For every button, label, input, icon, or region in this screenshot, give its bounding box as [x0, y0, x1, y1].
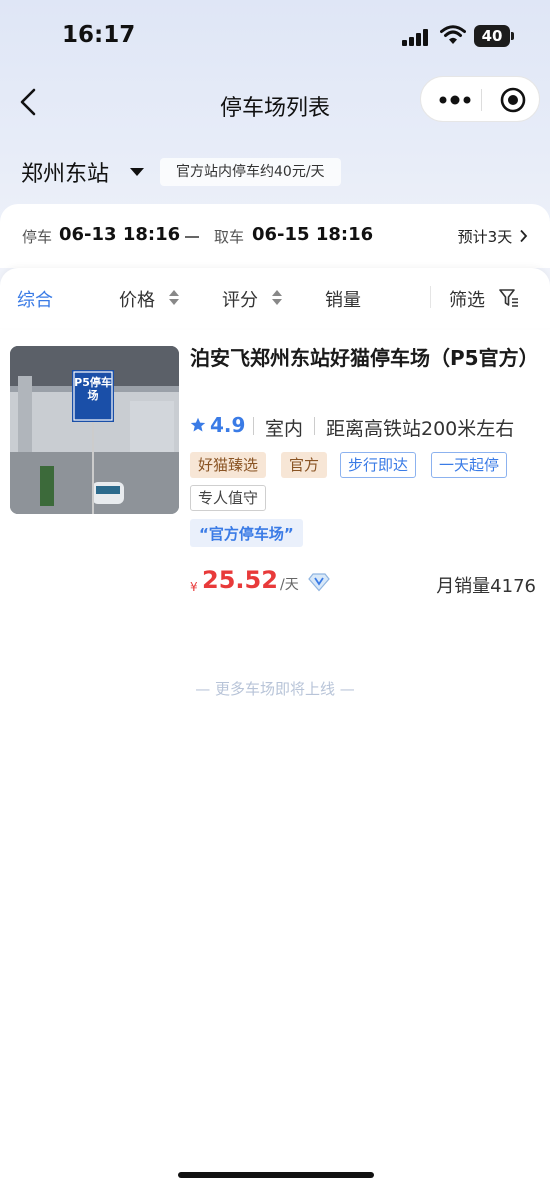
- battery-icon: 40: [474, 25, 514, 47]
- parking-lot-name[interactable]: 泊安飞郑州东站好猫停车场（P5官方）: [190, 344, 539, 373]
- rating-sort-arrows-icon: [272, 290, 282, 306]
- parking-type: 室内: [265, 418, 304, 440]
- photo-sign-text: P5停车场: [74, 376, 112, 402]
- park-label: 停车: [22, 228, 53, 246]
- price-unit: /天: [280, 577, 299, 593]
- parking-lot-card[interactable]: P5停车场 泊安飞郑州东站好猫停车场（P5官方） 4.9 室内 距离高铁站200…: [0, 328, 550, 608]
- more-lots-coming-note: — 更多车场即将上线 —: [195, 680, 355, 698]
- chevron-right-icon: [520, 229, 528, 243]
- miniprogram-capsule: [420, 76, 540, 122]
- more-dots-icon[interactable]: [435, 89, 475, 111]
- filter-divider: [430, 286, 431, 308]
- rating-row: 4.9 室内 距离高铁站200米左右: [190, 412, 540, 440]
- station-selector-row: 郑州东站 官方站内停车约40元/天: [0, 148, 550, 194]
- caret-down-icon[interactable]: [130, 168, 144, 176]
- filter-button[interactable]: 筛选: [449, 286, 485, 312]
- station-selector[interactable]: 郑州东站: [21, 156, 109, 188]
- nav-bar: 停车场列表: [0, 70, 550, 138]
- park-time[interactable]: 06-13 18:16: [59, 224, 180, 245]
- parking-time-card[interactable]: 停车 06-13 18:16 取车 06-15 18:16 预计3天: [0, 204, 550, 268]
- tag-official: 官方: [281, 452, 328, 478]
- date-separator: [185, 236, 199, 238]
- currency-symbol: ¥: [190, 580, 198, 594]
- sort-filter-bar: 综合 价格 评分 销量 筛选: [0, 268, 550, 328]
- status-bar: 16:17 40: [0, 0, 550, 70]
- distance-info: 距离高铁站200米左右: [326, 418, 515, 440]
- star-icon: [190, 417, 206, 432]
- capsule-divider: [481, 89, 482, 111]
- rating-score: 4.9: [210, 413, 246, 437]
- parking-garage-illustration: [10, 346, 179, 514]
- diamond-vip-icon: [308, 573, 330, 592]
- monthly-sales: 月销量4176: [436, 576, 536, 597]
- home-indicator[interactable]: [178, 1172, 374, 1178]
- tag-selected: 好猫臻选: [190, 452, 267, 478]
- sort-price[interactable]: 价格: [119, 286, 155, 312]
- tag-attendant: 专人值守: [190, 485, 267, 511]
- sort-rating[interactable]: 评分: [222, 286, 258, 312]
- status-time: 16:17: [62, 22, 136, 48]
- funnel-icon[interactable]: [498, 287, 520, 309]
- close-target-icon[interactable]: [499, 86, 527, 114]
- sort-sales[interactable]: 销量: [325, 286, 361, 312]
- official-quote-badge: “官方停车场”: [190, 519, 303, 547]
- estimate-text: 预计3天: [457, 228, 513, 246]
- tag-one-day-min: 一天起停: [431, 452, 508, 478]
- pickup-label: 取车: [214, 228, 245, 246]
- sort-comprehensive[interactable]: 综合: [17, 286, 53, 312]
- parking-lot-photo: P5停车场: [10, 346, 179, 514]
- pickup-time[interactable]: 06-15 18:16: [252, 224, 373, 245]
- price-value: 25.52: [202, 566, 278, 594]
- rating-divider: [253, 417, 254, 435]
- price-row: ¥ 25.52 /天 月销量4176: [190, 566, 540, 598]
- wifi-icon: [440, 25, 466, 44]
- type-divider: [314, 417, 315, 435]
- price-sort-arrows-icon: [169, 290, 179, 306]
- official-parking-note: 官方站内停车约40元/天: [160, 158, 341, 186]
- tag-walk-reach: 步行即达: [340, 452, 417, 478]
- cellular-signal-icon: [402, 28, 430, 46]
- estimated-duration[interactable]: 预计3天: [458, 226, 528, 247]
